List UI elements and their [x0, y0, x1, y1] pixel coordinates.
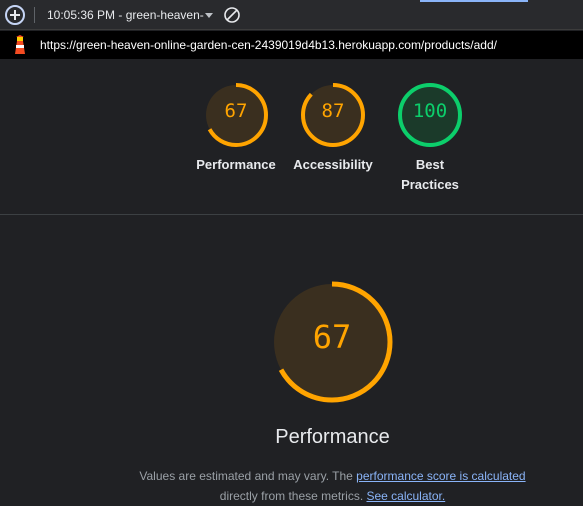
best-practices-label[interactable]: Best Practices [380, 155, 480, 195]
accessibility-score: 87 [321, 100, 345, 122]
performance-score: 67 [224, 100, 248, 122]
see-calculator-link[interactable]: See calculator. [366, 489, 445, 503]
best-practices-label-line2: Practices [401, 177, 459, 192]
active-tab-indicator [420, 0, 528, 2]
performance-main-score: 67 [312, 318, 352, 356]
report-url[interactable]: https://green-heaven-online-garden-cen-2… [40, 38, 497, 52]
score-calculated-link[interactable]: performance score is calculated [356, 469, 525, 483]
url-bar: https://green-heaven-online-garden-cen-2… [0, 31, 583, 59]
lighthouse-icon [15, 35, 25, 54]
devtools-toolbar: 10:05:36 PM - green-heaven- [0, 0, 583, 30]
performance-gauge[interactable]: 67 [201, 80, 271, 150]
best-practices-label-line1: Best [415, 157, 445, 172]
accessibility-gauge[interactable]: 87 [298, 80, 368, 150]
report-selector[interactable]: 10:05:36 PM - green-heaven- [47, 8, 204, 22]
note-text-2: directly from these metrics. [219, 489, 367, 503]
toolbar-separator [34, 7, 35, 23]
section-divider [0, 214, 583, 215]
new-report-button[interactable] [5, 5, 25, 25]
performance-label[interactable]: Performance [186, 155, 286, 175]
note-text: Values are estimated and may vary. The [139, 469, 357, 483]
block-icon[interactable] [223, 6, 241, 24]
performance-main-gauge: 67 [268, 278, 396, 406]
best-practices-score: 100 [412, 100, 448, 122]
best-practices-gauge[interactable]: 100 [395, 80, 465, 150]
plus-circle-icon [10, 10, 20, 20]
chevron-down-icon[interactable] [205, 13, 213, 18]
accessibility-label[interactable]: Accessibility [278, 155, 388, 175]
score-note: Values are estimated and may vary. The p… [0, 466, 583, 506]
performance-title: Performance [275, 426, 390, 448]
